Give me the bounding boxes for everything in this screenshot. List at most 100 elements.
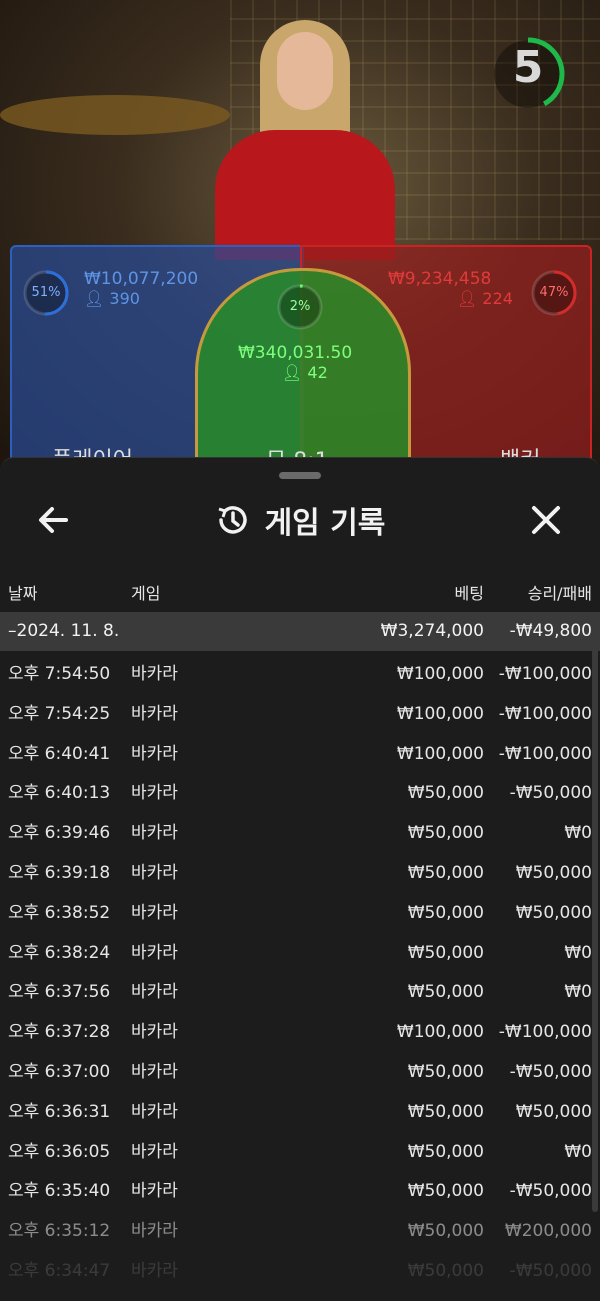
row-bet: ₩100,000	[396, 664, 484, 684]
row-bet: ₩50,000	[407, 942, 484, 963]
row-bet: ₩100,000	[396, 743, 484, 764]
table-row[interactable]: 오후 6:39:46 바카라 ₩50,000 ₩0	[0, 814, 600, 854]
history-icon	[218, 506, 247, 534]
table-row[interactable]: 오후 6:36:05 바카라 ₩50,000 ₩0	[0, 1133, 600, 1173]
row-bet: ₩50,000	[407, 982, 484, 1003]
row-time: 오후 6:37:56	[8, 982, 111, 1003]
row-bet: ₩50,000	[407, 1260, 484, 1281]
row-bet: ₩50,000	[407, 783, 484, 804]
group-bet-total: ₩3,274,000	[380, 621, 484, 641]
banker-bettor-count: 👤︎ 224	[457, 289, 513, 308]
table-row[interactable]: 오후 7:54:25 바카라 ₩100,000 -₩100,000	[0, 695, 600, 735]
row-result: ₩200,000	[504, 1221, 592, 1242]
row-game: 바카라	[131, 1022, 178, 1043]
person-icon: 👤︎	[457, 289, 478, 308]
row-result: -₩100,000	[498, 664, 592, 684]
row-bet: ₩50,000	[407, 1141, 484, 1162]
row-result: ₩50,000	[515, 1101, 592, 1122]
row-result: -₩50,000	[509, 1181, 592, 1202]
column-game[interactable]: 게임	[131, 580, 160, 604]
column-bet[interactable]: 베팅	[455, 580, 484, 604]
table-row[interactable]: 오후 6:40:41 바카라 ₩100,000 -₩100,000	[0, 735, 600, 775]
person-icon: 👤︎	[84, 289, 105, 308]
row-game: 바카라	[131, 902, 178, 923]
table-row[interactable]: 오후 6:35:40 바카라 ₩50,000 -₩50,000	[0, 1172, 600, 1212]
table-row[interactable]: 오후 6:38:24 바카라 ₩50,000 ₩0	[0, 934, 600, 974]
table-row[interactable]: 오후 6:37:56 바카라 ₩50,000 ₩0	[0, 973, 600, 1013]
row-game: 바카라	[131, 743, 178, 764]
live-video: 5 51% ₩10,077,200 👤︎ 390 플레이어 47% ₩9,234…	[0, 0, 600, 470]
table-row[interactable]: 오후 6:39:18 바카라 ₩50,000 ₩50,000	[0, 854, 600, 894]
row-game: 바카라	[131, 942, 178, 963]
countdown-timer: 5	[491, 28, 572, 118]
row-bet: ₩50,000	[407, 902, 484, 923]
tie-bettor-count: 👤︎ 42	[282, 363, 328, 382]
table-row[interactable]: 오후 6:38:52 바카라 ₩50,000 ₩50,000	[0, 894, 600, 934]
table-row[interactable]: 오후 7:54:50 바카라 ₩100,000 -₩100,000	[0, 655, 600, 695]
drag-handle[interactable]	[279, 472, 321, 479]
group-date: –2024. 11. 8.	[8, 621, 120, 641]
row-result: -₩100,000	[498, 743, 592, 764]
column-date[interactable]: 날짜	[8, 580, 37, 604]
row-time: 오후 6:40:13	[8, 783, 111, 804]
date-group-row[interactable]: –2024. 11. 8. ₩3,274,000 -₩49,800	[0, 612, 600, 651]
row-bet: ₩50,000	[407, 1101, 484, 1122]
row-game: 바카라	[131, 1141, 178, 1162]
tie-total-amount: ₩340,031.50	[238, 343, 353, 363]
row-game: 바카라	[131, 664, 178, 684]
row-time: 오후 6:37:28	[8, 1022, 111, 1043]
row-game: 바카라	[131, 1061, 178, 1082]
row-result: -₩100,000	[498, 703, 592, 724]
banker-percent: 47%	[539, 285, 569, 300]
group-result-total: -₩49,800	[509, 621, 592, 641]
row-result: -₩50,000	[509, 1260, 592, 1281]
row-bet: ₩50,000	[407, 1181, 484, 1202]
table-row[interactable]: 오후 6:37:00 바카라 ₩50,000 -₩50,000	[0, 1053, 600, 1093]
scrollbar[interactable]	[592, 612, 598, 1212]
background-table	[0, 95, 230, 135]
banker-total-amount: ₩9,234,458	[388, 269, 492, 289]
row-time: 오후 6:36:05	[8, 1141, 111, 1162]
column-result[interactable]: 승리/패배	[528, 580, 592, 604]
row-bet: ₩50,000	[407, 1061, 484, 1082]
row-result: ₩0	[564, 942, 592, 963]
row-game: 바카라	[131, 1101, 178, 1122]
row-result: -₩100,000	[498, 1022, 592, 1043]
row-time: 오후 7:54:25	[8, 703, 111, 724]
row-bet: ₩50,000	[407, 862, 484, 883]
row-result: -₩50,000	[509, 783, 592, 804]
sheet-header: 게임 기록	[0, 498, 600, 542]
row-time: 오후 6:34:47	[8, 1260, 111, 1281]
row-time: 오후 6:39:46	[8, 823, 111, 844]
row-time: 오후 6:39:18	[8, 862, 111, 883]
row-game: 바카라	[131, 823, 178, 844]
row-bet: ₩100,000	[396, 703, 484, 724]
row-result: -₩50,000	[509, 1061, 592, 1082]
row-game: 바카라	[131, 982, 178, 1003]
table-row[interactable]: 오후 6:40:13 바카라 ₩50,000 -₩50,000	[0, 774, 600, 814]
dealer-figure	[215, 20, 395, 260]
table-row[interactable]: 오후 6:34:47 바카라 ₩50,000 -₩50,000	[0, 1252, 600, 1292]
row-time: 오후 6:38:52	[8, 902, 111, 923]
timer-value: 5	[512, 42, 544, 93]
table-row[interactable]: 오후 6:37:28 바카라 ₩100,000 -₩100,000	[0, 1013, 600, 1053]
row-time: 오후 6:35:40	[8, 1181, 111, 1202]
tie-bet-area[interactable]: 2% ₩340,031.50 👤︎ 42 무 8:1	[195, 268, 411, 470]
row-bet: ₩50,000	[407, 1221, 484, 1242]
game-history-sheet: 게임 기록 날짜 게임 베팅 승리/패배 –2024. 11. 8. ₩3,27…	[0, 457, 600, 1301]
row-time: 오후 7:54:50	[8, 664, 111, 684]
tie-percent: 2%	[289, 299, 311, 314]
table-row[interactable]: 오후 6:36:31 바카라 ₩50,000 ₩50,000	[0, 1093, 600, 1133]
row-bet: ₩50,000	[407, 823, 484, 844]
row-result: ₩50,000	[515, 862, 592, 883]
row-game: 바카라	[131, 1181, 178, 1202]
row-time: 오후 6:40:41	[8, 743, 111, 764]
player-total-amount: ₩10,077,200	[84, 269, 199, 289]
row-game: 바카라	[131, 703, 178, 724]
row-game: 바카라	[131, 783, 178, 804]
row-result: ₩50,000	[515, 902, 592, 923]
table-row[interactable]: 오후 6:35:12 바카라 ₩50,000 ₩200,000	[0, 1212, 600, 1252]
row-bet: ₩100,000	[396, 1022, 484, 1043]
row-game: 바카라	[131, 862, 178, 883]
close-icon[interactable]	[526, 500, 566, 540]
